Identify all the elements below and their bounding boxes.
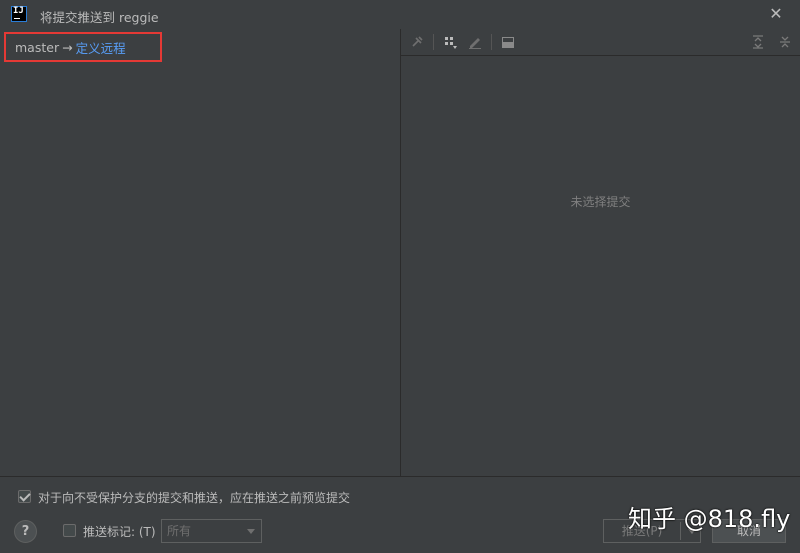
define-remote-link[interactable]: 定义远程 [76, 38, 126, 57]
preview-commits-checkbox[interactable] [18, 490, 31, 503]
preview-diff-icon[interactable] [500, 34, 516, 50]
preview-commits-label: 对于向不受保护分支的提交和推送，应在推送之前预览提交 [38, 491, 351, 505]
group-by-icon[interactable] [443, 34, 459, 50]
help-button[interactable]: ? [14, 520, 37, 543]
details-toolbar [401, 29, 800, 56]
commits-pane: master → 定义远程 [0, 29, 400, 476]
local-branch-name: master [15, 39, 60, 55]
collapse-all-icon[interactable] [777, 34, 793, 50]
app-icon-label: IJ [13, 6, 24, 16]
details-pane: 未选择提交 [401, 29, 800, 476]
expand-all-icon[interactable] [750, 34, 766, 50]
title-bar: IJ 将提交推送到 reggie ✕ [0, 0, 800, 29]
app-icon: IJ [11, 6, 27, 22]
push-tags-checkbox[interactable] [63, 524, 76, 537]
cherry-pick-icon[interactable] [409, 34, 425, 50]
no-commit-selected-text: 未选择提交 [570, 195, 631, 209]
close-icon[interactable]: ✕ [767, 5, 785, 23]
push-tags-select[interactable]: 所有 [161, 519, 262, 543]
arrow-right-icon: → [62, 39, 73, 55]
chevron-down-icon [247, 529, 255, 534]
watermark: 知乎 @818.fly [628, 505, 791, 533]
toolbar-separator [433, 34, 434, 50]
push-tags-label: 推送标记: (T) [83, 525, 156, 539]
window-title: 将提交推送到 reggie [40, 10, 159, 25]
branch-row[interactable]: master → 定义远程 [4, 32, 162, 62]
edit-icon[interactable] [467, 34, 483, 50]
push-tags-select-value: 所有 [167, 524, 192, 538]
toolbar-separator [491, 34, 492, 50]
